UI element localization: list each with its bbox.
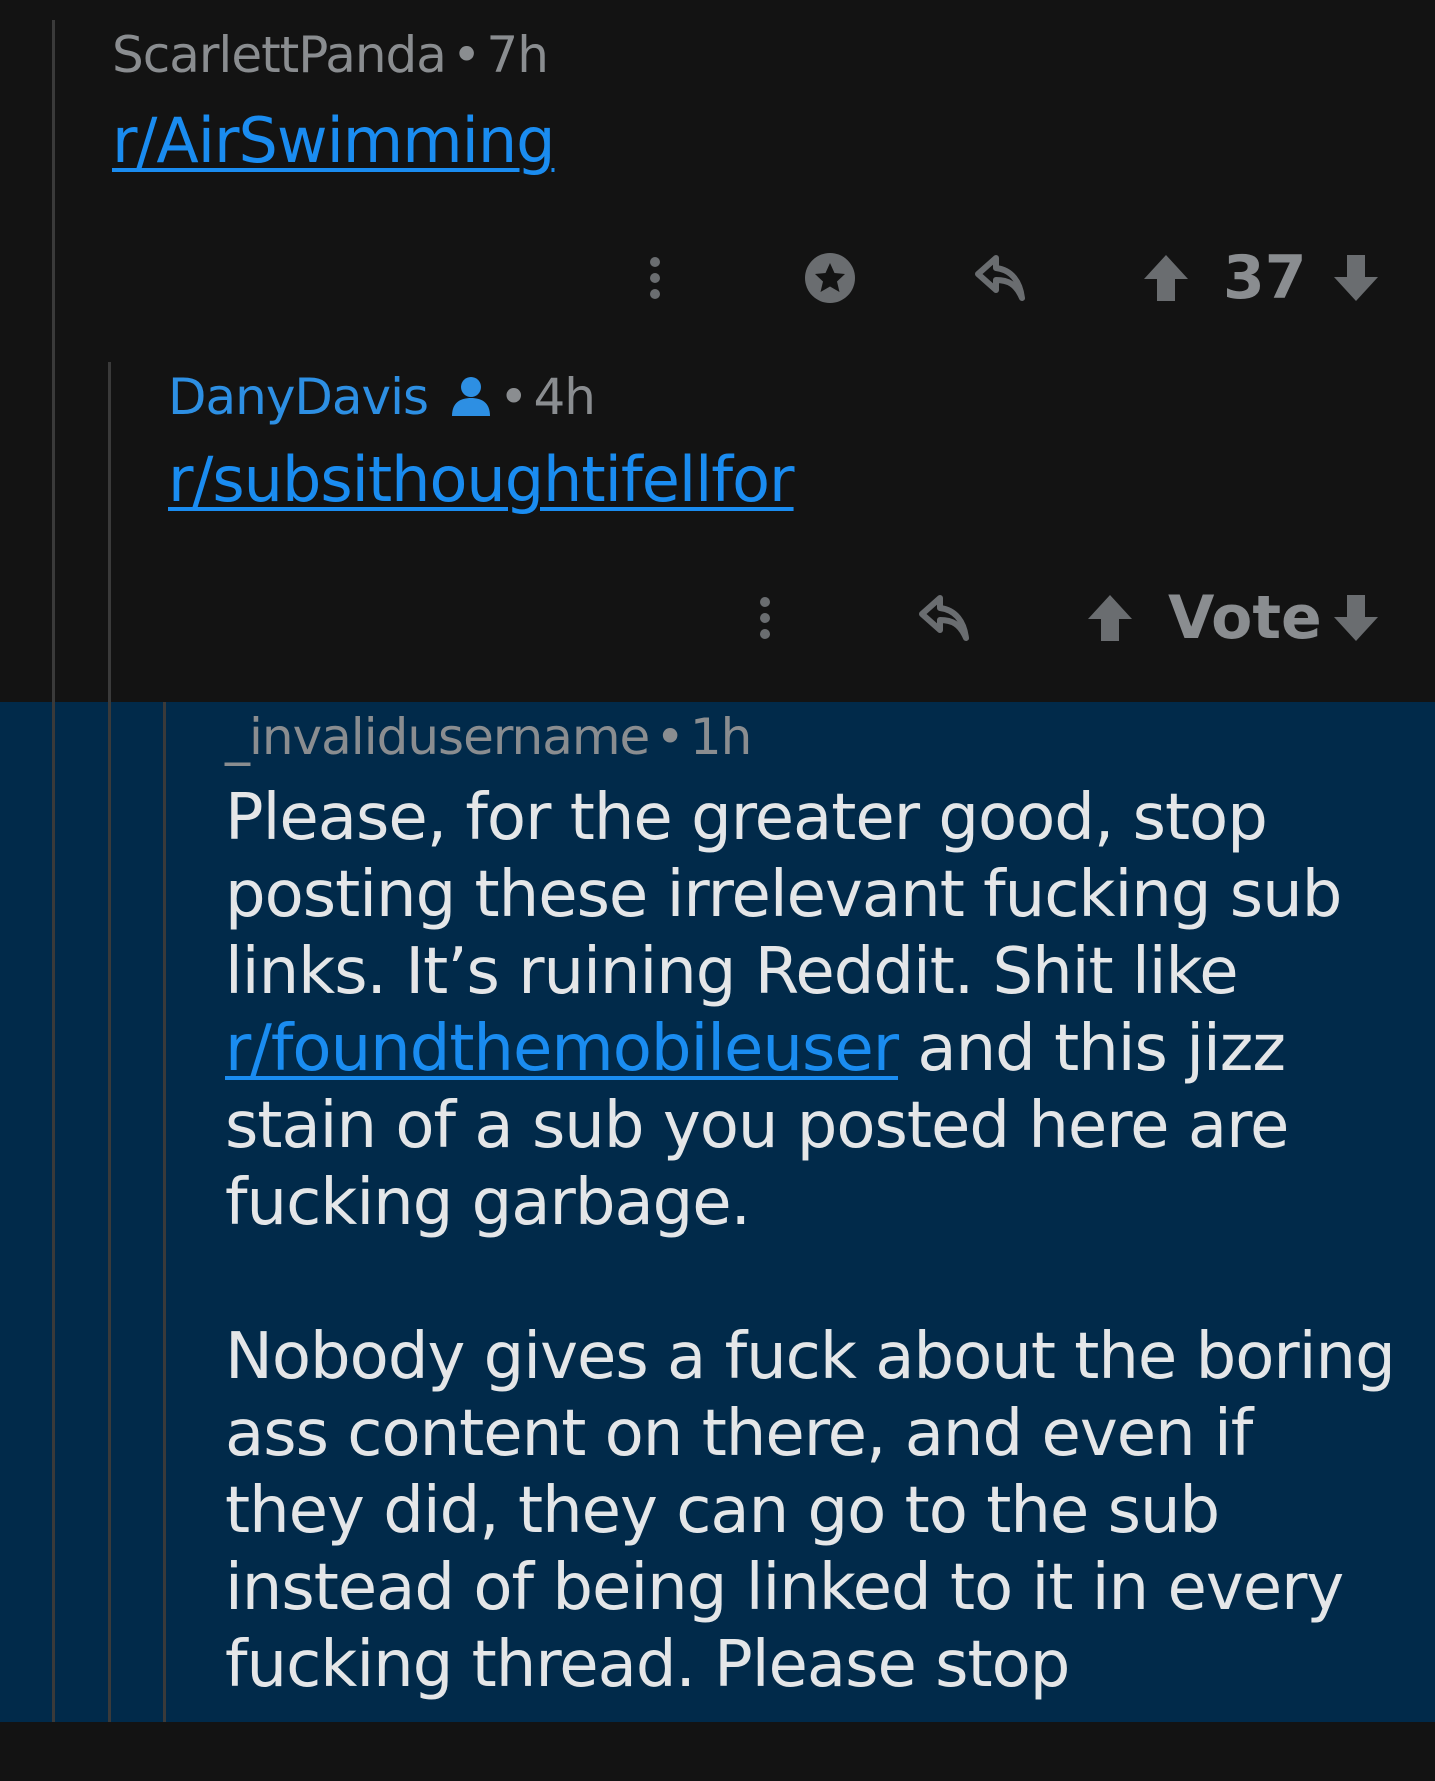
thread-line-level-2[interactable]	[108, 362, 111, 1722]
subreddit-link[interactable]: r/subsithoughtifellfor	[168, 443, 795, 516]
comment-actions: 37	[620, 243, 1380, 313]
more-vertical-icon[interactable]	[745, 583, 785, 653]
comment-body: Please, for the greater good, stop posti…	[225, 780, 1405, 1781]
comment-actions: Vote	[740, 583, 1380, 653]
vote-label: Vote	[1168, 583, 1322, 653]
subreddit-link[interactable]: r/foundthemobileuser	[225, 1012, 899, 1086]
comment-time: 7h	[486, 26, 549, 84]
award-icon[interactable]	[800, 243, 860, 313]
reply-icon[interactable]	[914, 583, 974, 653]
thread-line-level-3[interactable]	[163, 702, 166, 1722]
comment-author[interactable]: ScarlettPanda	[112, 26, 447, 84]
comment-time: 1h	[689, 708, 753, 766]
meta-separator: •	[499, 368, 528, 426]
comment-meta: ScarlettPanda • 7h	[112, 26, 549, 84]
upvote-arrow-icon[interactable]	[1140, 243, 1192, 313]
vote-count: 37	[1223, 243, 1307, 313]
subreddit-link[interactable]: r/AirSwimming	[112, 104, 555, 177]
thread-line-level-1[interactable]	[52, 20, 55, 1722]
upvote-arrow-icon[interactable]	[1084, 583, 1136, 653]
downvote-arrow-icon[interactable]	[1330, 243, 1382, 313]
op-user-icon	[449, 374, 493, 418]
comment-author[interactable]: _invalidusername	[225, 708, 650, 766]
comment-text: Please, for the greater good, stop posti…	[225, 781, 1342, 1009]
comment-paragraph: Nobody gives a fuck about the boring ass…	[225, 1320, 1396, 1702]
more-vertical-icon[interactable]	[635, 243, 675, 313]
meta-separator: •	[451, 26, 481, 84]
comment-paragraph: Please, for the greater good, stop posti…	[225, 780, 1405, 1242]
meta-separator: •	[655, 708, 684, 766]
comment-time: 4h	[533, 368, 597, 426]
reply-icon[interactable]	[970, 243, 1030, 313]
comment-meta: DanyDavis • 4h	[168, 368, 597, 426]
comment-meta: _invalidusername • 1h	[225, 708, 753, 766]
downvote-arrow-icon[interactable]	[1330, 583, 1382, 653]
comment-author[interactable]: DanyDavis	[168, 368, 429, 426]
